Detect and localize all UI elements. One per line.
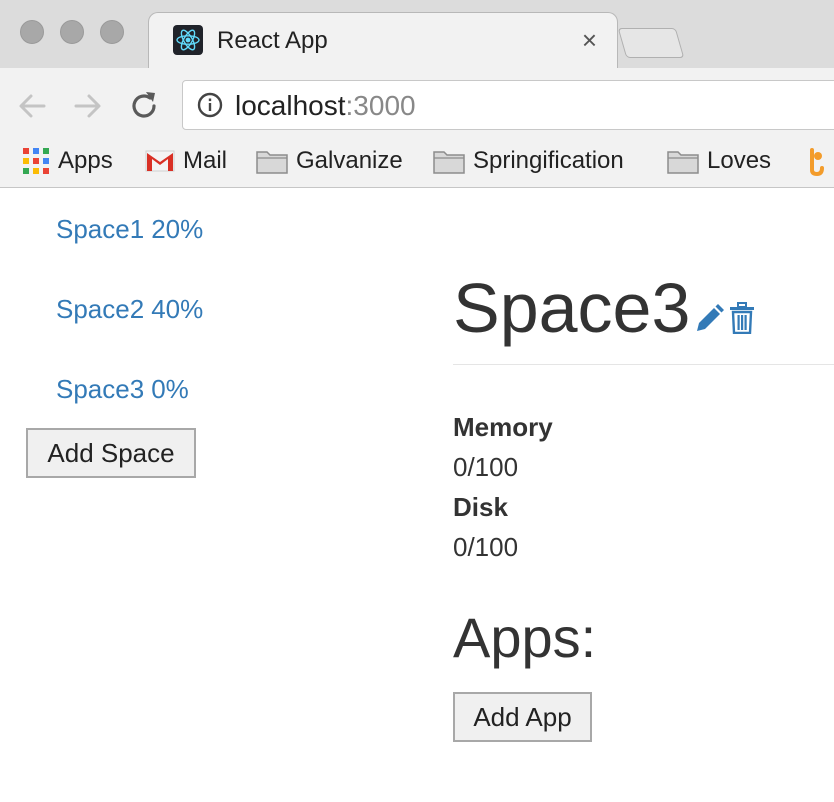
space-name: Space1 — [56, 214, 145, 244]
folder-icon — [433, 151, 465, 174]
bookmark-overflow-favicon[interactable] — [806, 146, 834, 176]
url-host: localhost — [235, 90, 346, 121]
space-link-3[interactable]: Space3 0% — [56, 374, 189, 404]
disk-value: 0/100 — [453, 532, 519, 562]
space-name: Space2 — [56, 294, 145, 324]
minimize-window-button[interactable] — [60, 20, 84, 44]
bookmark-loves[interactable]: Loves — [667, 146, 771, 176]
close-window-button[interactable] — [20, 20, 44, 44]
info-icon[interactable] — [197, 92, 223, 118]
memory-value: 0/100 — [453, 452, 519, 482]
bookmark-apps[interactable]: Apps — [22, 146, 113, 176]
browser-tab[interactable]: React App × — [148, 12, 618, 68]
space-link-1[interactable]: Space1 20% — [56, 214, 203, 244]
tab-strip: React App × — [0, 0, 834, 68]
bookmarks-bar: Apps Mail Galvanize Springification Love… — [0, 138, 834, 188]
space-percent: 0% — [151, 374, 189, 404]
forward-arrow-icon[interactable] — [68, 86, 108, 126]
apps-heading: Apps: — [453, 606, 597, 669]
url-text: localhost:3000 — [235, 90, 416, 122]
add-space-button[interactable]: Add Space — [26, 428, 196, 478]
tab-close-icon[interactable]: × — [582, 27, 597, 53]
bookmark-label: Mail — [183, 147, 228, 174]
new-tab-button[interactable] — [617, 28, 685, 58]
title-actions — [694, 302, 756, 335]
folder-icon — [667, 151, 699, 174]
address-bar[interactable]: localhost:3000 — [182, 80, 834, 130]
bookmark-label: Loves — [707, 147, 772, 174]
page-title: Space3 — [453, 269, 691, 347]
orange-favicon-icon — [810, 148, 824, 176]
zoom-window-button[interactable] — [100, 20, 124, 44]
title-divider — [453, 364, 834, 365]
gmail-icon — [145, 150, 175, 172]
back-arrow-icon[interactable] — [12, 86, 52, 126]
bookmark-springification[interactable]: Springification — [433, 146, 624, 176]
space-name: Space3 — [56, 374, 145, 404]
react-logo-icon — [173, 25, 203, 55]
space-percent: 20% — [151, 214, 204, 244]
apps-grid-icon — [23, 148, 49, 174]
disk-label: Disk — [453, 492, 508, 522]
bookmark-label: Apps — [58, 147, 113, 174]
bookmark-label: Springification — [473, 147, 624, 174]
bookmark-mail[interactable]: Mail — [145, 146, 227, 176]
reload-icon[interactable] — [124, 86, 164, 126]
add-app-button[interactable]: Add App — [453, 692, 592, 742]
memory-label: Memory — [453, 412, 553, 442]
bookmark-label: Galvanize — [296, 147, 403, 174]
trash-icon[interactable] — [728, 302, 756, 335]
space-link-2[interactable]: Space2 40% — [56, 294, 203, 324]
bookmark-galvanize[interactable]: Galvanize — [256, 146, 403, 176]
pencil-icon[interactable] — [694, 302, 724, 334]
space-percent: 40% — [151, 294, 204, 324]
tab-title: React App — [217, 27, 328, 54]
url-port: :3000 — [345, 90, 416, 121]
folder-icon — [256, 151, 288, 174]
